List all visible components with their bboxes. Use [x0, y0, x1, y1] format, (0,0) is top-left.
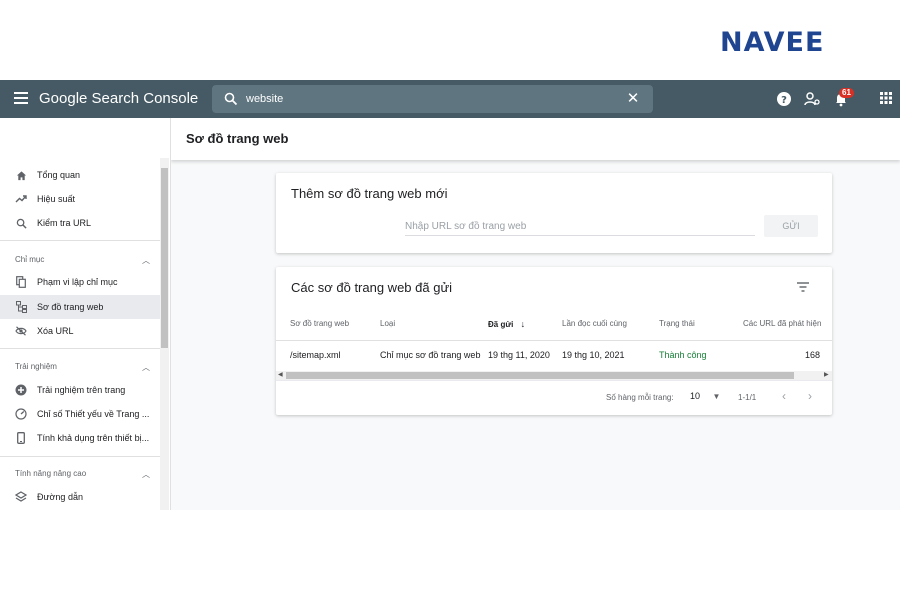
app-title[interactable]: Google Search Console	[39, 90, 198, 107]
rows-per-page-value: 10	[690, 391, 701, 401]
page-range: 1-1/1	[738, 393, 757, 402]
chevron-right-icon[interactable]: ›	[808, 389, 812, 403]
close-icon[interactable]: ✕	[625, 91, 641, 107]
sidebar-item-url-inspection[interactable]: Kiểm tra URL	[0, 211, 160, 235]
scrollbar-thumb[interactable]	[161, 168, 168, 348]
search-box[interactable]: ✕	[212, 85, 653, 113]
sidebar-item-removals[interactable]: Xóa URL	[0, 319, 160, 343]
sitemap-url-input[interactable]	[405, 218, 755, 236]
plus-circle-icon	[15, 384, 27, 396]
sidebar-divider	[0, 456, 160, 457]
sidebar-divider	[0, 240, 160, 241]
sidebar-item-coverage[interactable]: Phạm vi lập chỉ mục	[0, 270, 160, 294]
chevron-up-icon: ︿	[142, 256, 150, 265]
phone-icon	[15, 432, 27, 444]
search-icon	[15, 217, 27, 229]
column-header-sitemap[interactable]: Sơ đồ trang web	[290, 319, 349, 328]
sidebar-item-label: Sơ đồ trang web	[37, 302, 104, 312]
column-header-status[interactable]: Trạng thái	[659, 319, 695, 328]
sidebar-item-page-experience[interactable]: Trải nghiệm trên trang	[0, 378, 160, 402]
page-header: Sơ đồ trang web	[171, 118, 900, 160]
sidebar-item-label: Kiểm tra URL	[37, 218, 92, 228]
chevron-up-icon: ︿	[142, 363, 150, 372]
card-title: Các sơ đồ trang web đã gửi	[291, 280, 453, 295]
sidebar-item-label: Đường dẫn	[37, 492, 83, 502]
user-settings-icon[interactable]	[804, 91, 820, 107]
sidebar-item-label: Phạm vi lập chỉ mục	[37, 277, 118, 287]
screen: NAVEE Google Search Console ✕ ? 61 Sơ đồ…	[0, 0, 900, 600]
home-icon	[15, 169, 27, 181]
sidebar-item-core-web-vitals[interactable]: Chỉ số Thiết yếu về Trang ...	[0, 402, 160, 426]
sidebar-item-performance[interactable]: Hiệu suất	[0, 187, 160, 211]
section-label: Tính năng nâng cao	[15, 469, 87, 478]
rows-per-page-select[interactable]: 10 ▼	[690, 391, 720, 401]
brand-logo: NAVEE	[720, 27, 825, 58]
search-icon	[224, 92, 238, 106]
column-header-submitted[interactable]: Đã gửi ↓	[488, 319, 525, 329]
apps-grid-icon[interactable]	[879, 91, 895, 107]
cell-discovered: 168	[805, 350, 821, 360]
cell-submitted: 19 thg 11, 2020	[488, 350, 550, 360]
help-icon[interactable]: ?	[776, 91, 792, 107]
chevron-left-icon[interactable]: ‹	[782, 389, 786, 403]
sidebar-item-sitemaps[interactable]: Sơ đồ trang web	[0, 295, 160, 319]
eye-off-icon	[15, 325, 27, 337]
cell-type: Chỉ mục sơ đồ trang web	[380, 350, 481, 360]
sidebar-item-label: Xóa URL	[37, 326, 74, 336]
column-header-discovered-urls[interactable]: Các URL đã phát hiện	[743, 319, 821, 328]
sidebar-item-label: Hiệu suất	[37, 194, 76, 204]
svg-text:?: ?	[781, 95, 787, 106]
sidebar-scrollbar[interactable]	[160, 158, 169, 510]
header-divider	[276, 340, 832, 341]
chevron-up-icon: ︿	[142, 470, 150, 479]
column-header-label: Đã gửi	[488, 320, 514, 329]
submit-button[interactable]: GỬI	[764, 215, 818, 237]
bottom-whitespace	[0, 510, 900, 600]
rows-per-page-label: Số hàng mỗi trang:	[606, 393, 674, 402]
column-header-last-read[interactable]: Lần đọc cuối cùng	[562, 319, 627, 328]
section-label: Trải nghiệm	[15, 362, 57, 371]
page-title: Sơ đồ trang web	[186, 131, 289, 146]
add-sitemap-card: Thêm sơ đồ trang web mới GỬI	[276, 173, 832, 253]
layers-icon	[15, 491, 27, 503]
sidebar-item-label: Tổng quan	[37, 170, 81, 180]
sidebar-item-mobile-usability[interactable]: Tính khả dụng trên thiết bị...	[0, 426, 160, 450]
sidebar-item-breadcrumbs[interactable]: Đường dẫn	[0, 485, 160, 509]
scroll-right-icon[interactable]: ▶	[824, 371, 829, 380]
sidebar-item-overview[interactable]: Tổng quan	[0, 163, 160, 187]
dropdown-arrow-icon: ▼	[712, 392, 721, 401]
scrollbar-thumb[interactable]	[286, 372, 794, 379]
submitted-sitemaps-card: Các sơ đồ trang web đã gửi Sơ đồ trang w…	[276, 267, 832, 415]
copy-icon	[15, 276, 27, 288]
table-horizontal-scrollbar[interactable]: ◀ ▶	[276, 371, 832, 380]
sidebar-section-advanced[interactable]: Tính năng nâng cao ︿	[15, 469, 150, 480]
sidebar-section-index[interactable]: Chỉ mục ︿	[15, 255, 150, 266]
card-title: Thêm sơ đồ trang web mới	[291, 186, 448, 201]
notification-badge: 61	[839, 88, 854, 98]
menu-icon[interactable]	[14, 92, 28, 106]
cell-last-read: 19 thg 10, 2021	[562, 350, 625, 360]
scroll-left-icon[interactable]: ◀	[278, 371, 283, 380]
gauge-icon	[15, 408, 27, 420]
cell-sitemap: /sitemap.xml	[290, 350, 341, 360]
filter-icon[interactable]	[796, 280, 810, 292]
sidebar-divider	[0, 348, 160, 349]
footer-divider	[276, 380, 832, 381]
search-input[interactable]	[246, 89, 616, 109]
sidebar-item-label: Trải nghiệm trên trang	[37, 385, 126, 395]
sidebar-section-experience[interactable]: Trải nghiệm ︿	[15, 362, 150, 373]
trending-icon	[15, 193, 27, 205]
arrow-down-icon: ↓	[520, 319, 526, 329]
column-header-type[interactable]: Loại	[380, 319, 395, 328]
section-label: Chỉ mục	[15, 255, 45, 264]
sidebar-item-label: Tính khả dụng trên thiết bị...	[37, 433, 150, 443]
sidebar: Tổng quan Hiệu suất Kiểm tra URL Chỉ mục…	[0, 118, 171, 510]
sidebar-item-label: Chỉ số Thiết yếu về Trang ...	[37, 409, 150, 419]
sitemap-icon	[15, 301, 27, 313]
cell-status: Thành công	[659, 350, 707, 360]
